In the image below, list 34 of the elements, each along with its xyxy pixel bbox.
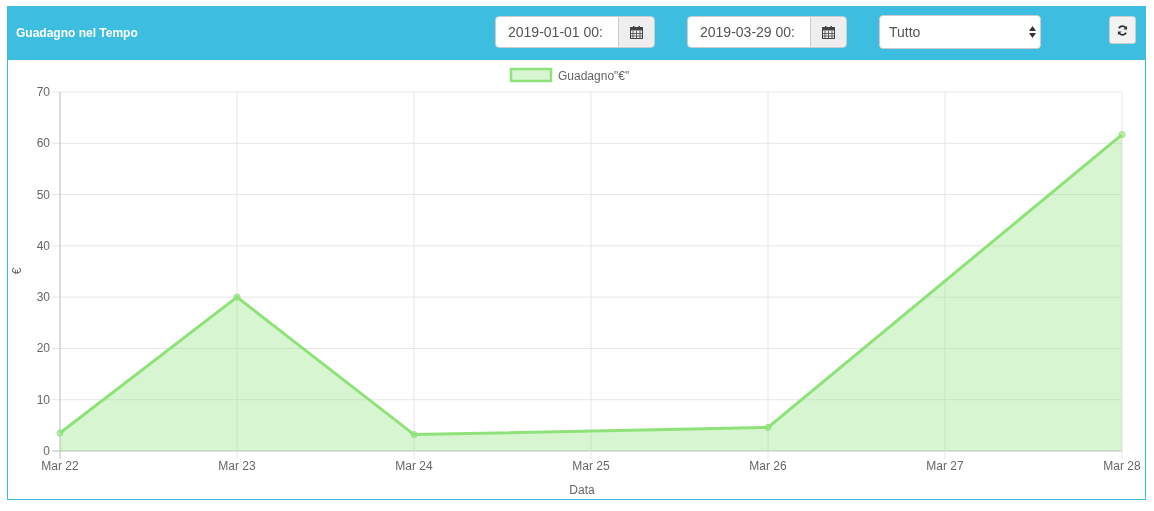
x-axis-label: Mar 28 [1103, 459, 1141, 473]
y-axis-label: 40 [36, 238, 50, 253]
refresh-icon [1117, 24, 1128, 36]
data-point [233, 293, 241, 301]
panel-title: Guadagno nel Tempo [16, 26, 139, 40]
date-to-field[interactable]: 2019-03-29 00: [687, 16, 847, 48]
data-point [56, 429, 64, 437]
y-axis-label: 30 [36, 290, 50, 305]
y-axis-label: 60 [36, 136, 50, 151]
calendar-icon [822, 25, 835, 39]
y-axis-title: € [10, 267, 24, 275]
x-axis-label: Mar 27 [926, 459, 964, 473]
data-point [764, 423, 772, 431]
calendar-button[interactable] [810, 17, 846, 47]
x-axis-label: Mar 23 [218, 459, 256, 473]
x-axis-label: Mar 24 [395, 459, 433, 473]
dropdown-arrows-icon [1029, 26, 1036, 38]
date-from-field[interactable]: 2019-01-01 00: [495, 16, 655, 48]
y-axis-label: 50 [36, 187, 50, 202]
filter-dropdown[interactable]: Tutto [879, 15, 1041, 49]
x-axis-label: Mar 22 [41, 459, 79, 473]
data-point [1118, 131, 1126, 139]
x-axis-title: Data [569, 483, 595, 497]
y-axis-label: 20 [36, 341, 50, 356]
x-axis-label: Mar 26 [749, 459, 787, 473]
refresh-button[interactable] [1109, 16, 1136, 44]
y-axis-label: 10 [36, 392, 50, 407]
legend-label: Guadagno"€" [558, 68, 630, 83]
data-point [410, 431, 418, 439]
y-axis-label: 0 [43, 444, 50, 458]
calendar-button[interactable] [618, 17, 654, 47]
y-axis-label: 70 [36, 85, 50, 99]
x-axis-label: Mar 25 [572, 459, 610, 473]
calendar-icon [630, 25, 643, 39]
